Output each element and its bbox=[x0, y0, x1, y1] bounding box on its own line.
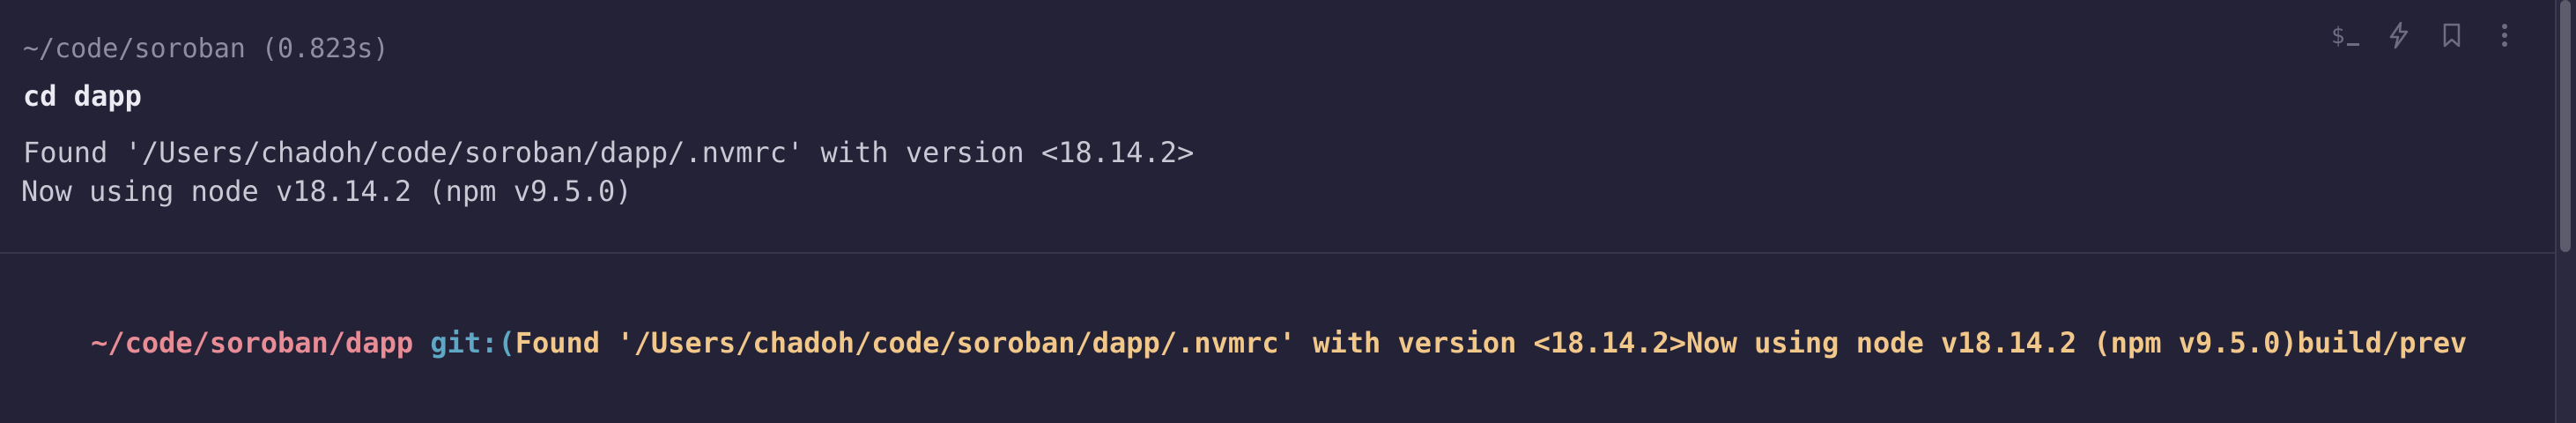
scrollbar-thumb[interactable] bbox=[2560, 0, 2571, 252]
output-line: Now using node v18.14.2 (npm v9.5.0) bbox=[21, 174, 633, 208]
prompt-branch: Found '/Users/chadoh/code/soroban/dapp/.… bbox=[514, 326, 2468, 360]
terminal-dollar-icon[interactable]: $ bbox=[2331, 18, 2361, 53]
more-vertical-icon[interactable] bbox=[2490, 18, 2520, 53]
block-command: cd dapp bbox=[23, 79, 142, 113]
prompt-git-label: git:( bbox=[430, 326, 515, 360]
prompt-directory: ~/code/soroban/dapp bbox=[91, 326, 414, 360]
output-line: Found '/Users/chadoh/code/soroban/dapp/.… bbox=[23, 136, 1195, 169]
command-block[interactable]: ~/code/soroban (0.823s) cd dapp Found '/… bbox=[0, 0, 2555, 254]
bookmark-icon[interactable] bbox=[2437, 18, 2467, 53]
terminal-window: ~/code/soroban (0.823s) cd dapp Found '/… bbox=[0, 0, 2576, 423]
lightning-icon[interactable] bbox=[2384, 18, 2414, 53]
scrollbar[interactable] bbox=[2557, 0, 2576, 423]
block-directory: ~/code/soroban (0.823s) bbox=[23, 33, 389, 64]
svg-text:$: $ bbox=[2331, 23, 2345, 48]
block-toolbar: $ bbox=[2331, 18, 2520, 53]
shell-prompt[interactable]: ~/code/soroban/dapp git:(Found '/Users/c… bbox=[23, 293, 2498, 393]
